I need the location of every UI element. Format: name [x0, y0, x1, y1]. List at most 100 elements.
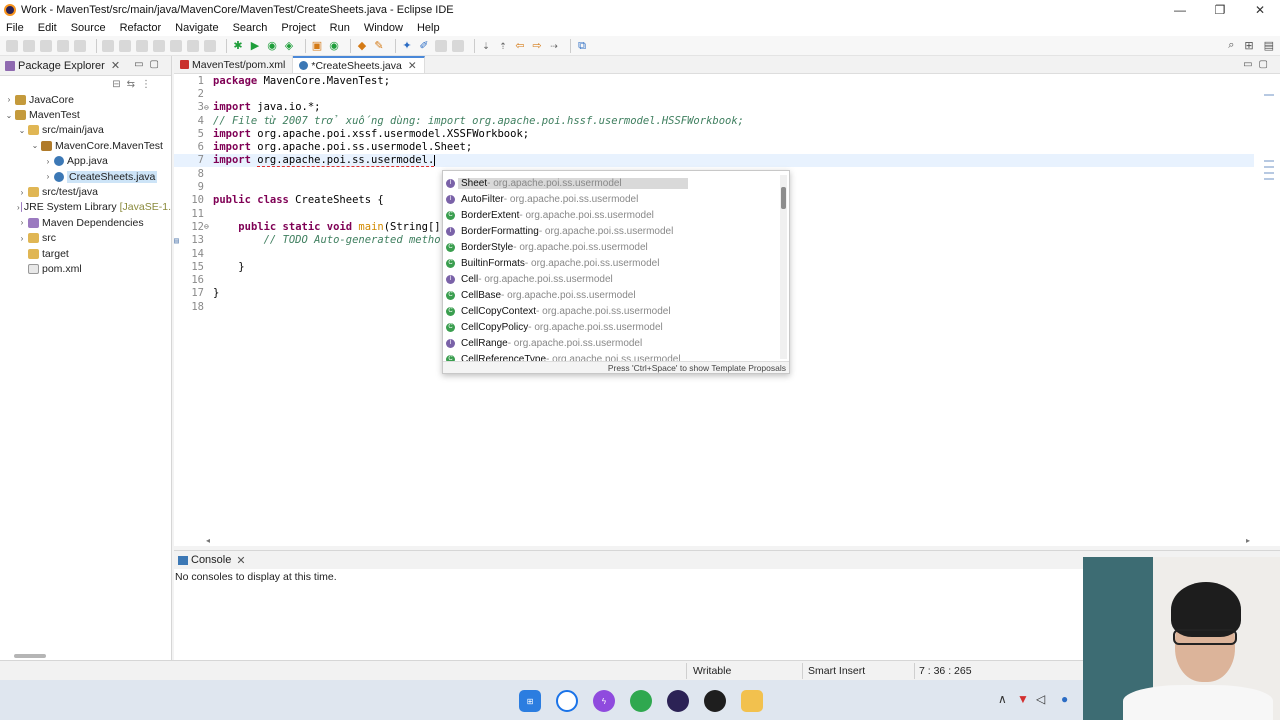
messenger-icon[interactable]: ϟ: [593, 690, 615, 712]
menu-run[interactable]: Run: [330, 22, 350, 34]
close-icon[interactable]: ✕: [408, 60, 417, 72]
antivirus-icon[interactable]: ▼: [1017, 692, 1029, 706]
coverage-icon[interactable]: ◉: [266, 40, 278, 52]
collapse-all-icon[interactable]: ⊟: [112, 79, 120, 90]
tree-arrow-icon[interactable]: ›: [43, 172, 53, 181]
tree-arrow-icon[interactable]: ⌄: [30, 141, 40, 150]
skip-breakpoints-icon[interactable]: [74, 39, 86, 52]
proposal-item[interactable]: C BorderExtent - org.apache.poi.ss.usermo…: [443, 207, 779, 223]
code-line[interactable]: 4 // File từ 2007 trở xuống dùng: import …: [174, 114, 1254, 127]
proposal-item[interactable]: I BorderFormatting - org.apache.poi.ss.us…: [443, 223, 779, 239]
search-icon[interactable]: ⌕: [1228, 39, 1234, 52]
maximize-button[interactable]: ❐: [1200, 0, 1240, 20]
new-package-icon[interactable]: ▣: [311, 40, 323, 52]
status-insert-mode[interactable]: Smart Insert: [808, 665, 865, 677]
proposal-item[interactable]: C CellCopyContext - org.apache.poi.ss.use…: [443, 303, 779, 319]
proposal-scrollbar[interactable]: [780, 175, 787, 359]
scroll-right-icon[interactable]: ▸: [1246, 536, 1250, 545]
save-icon[interactable]: [23, 39, 35, 52]
proposal-item[interactable]: C BuiltinFormats - org.apache.poi.ss.user…: [443, 255, 779, 271]
tree-arrow-icon[interactable]: ›: [43, 157, 53, 166]
tree-item[interactable]: pom.xml: [0, 261, 171, 276]
code-line[interactable]: 5 import org.apache.poi.xssf.usermodel.XS…: [174, 127, 1254, 140]
tree-item[interactable]: › App.java: [0, 154, 171, 169]
tray-chevron-icon[interactable]: ∧: [998, 692, 1007, 706]
tree-item[interactable]: › src: [0, 231, 171, 246]
tree-item[interactable]: › Maven Dependencies: [0, 215, 171, 230]
proposal-item[interactable]: I Sheet - org.apache.poi.ss.usermodel: [443, 175, 779, 191]
code-line[interactable]: 2: [174, 87, 1254, 100]
proposal-item[interactable]: I CellRange - org.apache.poi.ss.usermodel: [443, 335, 779, 351]
microphone-icon[interactable]: ●: [1061, 692, 1068, 706]
step-into-icon[interactable]: [170, 39, 182, 52]
proposal-item[interactable]: C CellCopyPolicy - org.apache.poi.ss.user…: [443, 319, 779, 335]
save-all-icon[interactable]: [40, 39, 52, 52]
new-class-icon[interactable]: ◉: [328, 40, 340, 52]
menu-navigate[interactable]: Navigate: [175, 22, 218, 34]
tree-arrow-icon[interactable]: ›: [17, 188, 27, 197]
tree-arrow-icon[interactable]: ›: [4, 95, 14, 104]
task-icon[interactable]: ▤: [174, 236, 179, 245]
file-explorer-icon[interactable]: [741, 690, 763, 712]
tree-item[interactable]: › JavaCore: [0, 92, 171, 107]
overview-marker[interactable]: [1264, 172, 1274, 174]
run-icon[interactable]: ▶: [249, 40, 261, 52]
overview-marker[interactable]: [1264, 160, 1274, 162]
tree-item[interactable]: › src/test/java: [0, 184, 171, 199]
overview-marker[interactable]: [1264, 166, 1274, 168]
view-menu-icon[interactable]: ⋮: [141, 79, 151, 90]
tree-arrow-icon[interactable]: ›: [17, 218, 27, 227]
menu-edit[interactable]: Edit: [38, 22, 57, 34]
menu-source[interactable]: Source: [71, 22, 106, 34]
scrollbar-thumb[interactable]: [781, 187, 786, 209]
proposal-item[interactable]: I Cell - org.apache.poi.ss.usermodel: [443, 271, 779, 287]
pin-editor-icon[interactable]: ⧉: [576, 40, 588, 52]
fold-icon[interactable]: ⊖: [204, 222, 213, 231]
last-edit-icon[interactable]: ⇢: [548, 40, 560, 52]
toggle-annotation-icon[interactable]: ✦: [401, 40, 413, 52]
search-tool-icon[interactable]: ✎: [373, 40, 385, 52]
open-perspective-icon[interactable]: ⊞: [1244, 39, 1253, 52]
suspend-icon[interactable]: [119, 39, 131, 52]
package-explorer-scrollbar[interactable]: [14, 654, 46, 658]
tree-item[interactable]: › JRE System Library [JavaSE-1.: [0, 200, 171, 215]
content-assist-hint[interactable]: Press 'Ctrl+Space' to show Template Prop…: [443, 361, 789, 373]
minimize-button[interactable]: —: [1160, 0, 1200, 20]
menu-refactor[interactable]: Refactor: [120, 22, 162, 34]
obs-icon[interactable]: [704, 690, 726, 712]
tree-arrow-icon[interactable]: ›: [17, 203, 20, 212]
disconnect-icon[interactable]: [153, 39, 165, 52]
gutter-marker[interactable]: ▤: [174, 234, 182, 246]
overview-marker[interactable]: [1264, 94, 1274, 96]
editor-minmax[interactable]: ▭▢: [1243, 59, 1274, 70]
proposal-item[interactable]: I AutoFilter - org.apache.poi.ss.usermode…: [443, 191, 779, 207]
tab-createsheets-java[interactable]: *CreateSheets.java ✕: [293, 56, 425, 73]
terminate-icon[interactable]: [136, 39, 148, 52]
show-whitespace-icon[interactable]: [452, 39, 464, 52]
speaker-icon[interactable]: ◁: [1036, 692, 1045, 706]
editor-hscroll[interactable]: ◂ ▸: [174, 536, 1264, 546]
code-line[interactable]: 3 ⊖ import java.io.*;: [174, 101, 1254, 114]
tree-item[interactable]: target: [0, 246, 171, 261]
menu-search[interactable]: Search: [233, 22, 268, 34]
close-button[interactable]: ✕: [1240, 0, 1280, 20]
menu-project[interactable]: Project: [281, 22, 315, 34]
fold-icon[interactable]: ⊖: [204, 103, 213, 112]
open-type-icon[interactable]: ◆: [356, 40, 368, 52]
package-explorer-title[interactable]: Package Explorer: [18, 60, 105, 72]
menu-help[interactable]: Help: [417, 22, 440, 34]
back-icon[interactable]: ⇦: [514, 40, 526, 52]
overview-ruler[interactable]: [1256, 74, 1280, 534]
block-selection-icon[interactable]: [435, 39, 447, 52]
code-line[interactable]: 1 package MavenCore.MavenTest;: [174, 74, 1254, 87]
code-line[interactable]: 6 import org.apache.poi.ss.usermodel.Shee…: [174, 140, 1254, 153]
scroll-left-icon[interactable]: ◂: [206, 536, 210, 545]
link-editor-icon[interactable]: ⇆: [127, 79, 135, 90]
external-tools-icon[interactable]: ◈: [283, 40, 295, 52]
tree-item[interactable]: › CreateSheets.java: [0, 169, 171, 184]
zalo-icon[interactable]: [556, 690, 578, 712]
console-tab[interactable]: Console: [191, 554, 231, 566]
java-perspective-icon[interactable]: ▤: [1264, 39, 1274, 52]
resume-icon[interactable]: [102, 39, 114, 52]
new-icon[interactable]: [6, 39, 18, 52]
